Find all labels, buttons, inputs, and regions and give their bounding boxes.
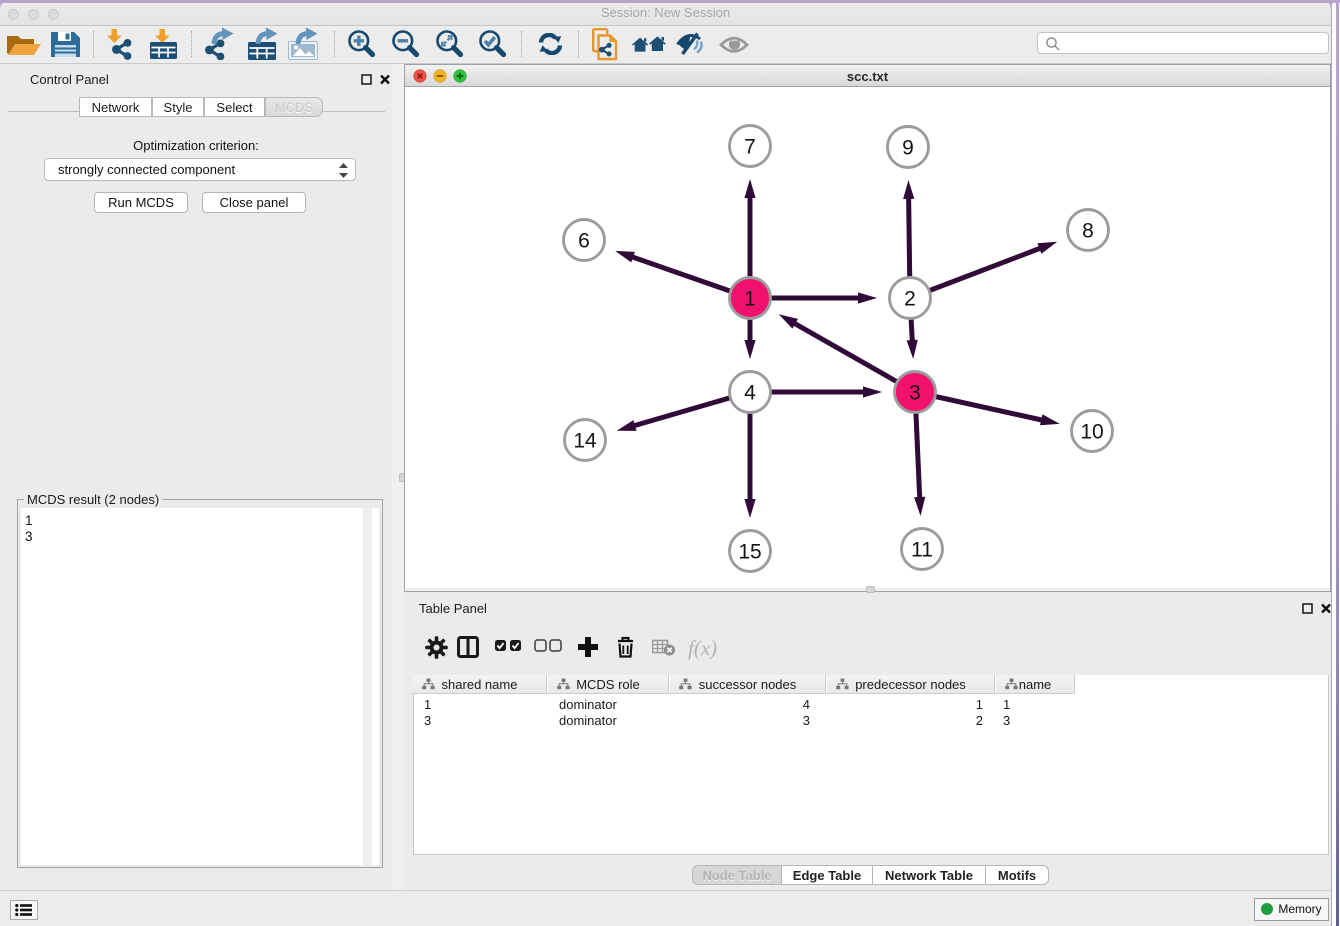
svg-text:14: 14: [573, 430, 597, 453]
svg-text:9: 9: [902, 137, 914, 160]
svg-text:15: 15: [738, 541, 761, 564]
svg-text:1: 1: [744, 288, 756, 311]
svg-text:3: 3: [909, 382, 921, 405]
svg-text:11: 11: [911, 539, 933, 562]
svg-text:10: 10: [1080, 421, 1103, 444]
svg-text:6: 6: [578, 230, 590, 253]
svg-text:7: 7: [744, 136, 756, 159]
svg-text:2: 2: [904, 288, 916, 311]
svg-text:8: 8: [1082, 220, 1094, 243]
svg-text:4: 4: [744, 382, 756, 405]
